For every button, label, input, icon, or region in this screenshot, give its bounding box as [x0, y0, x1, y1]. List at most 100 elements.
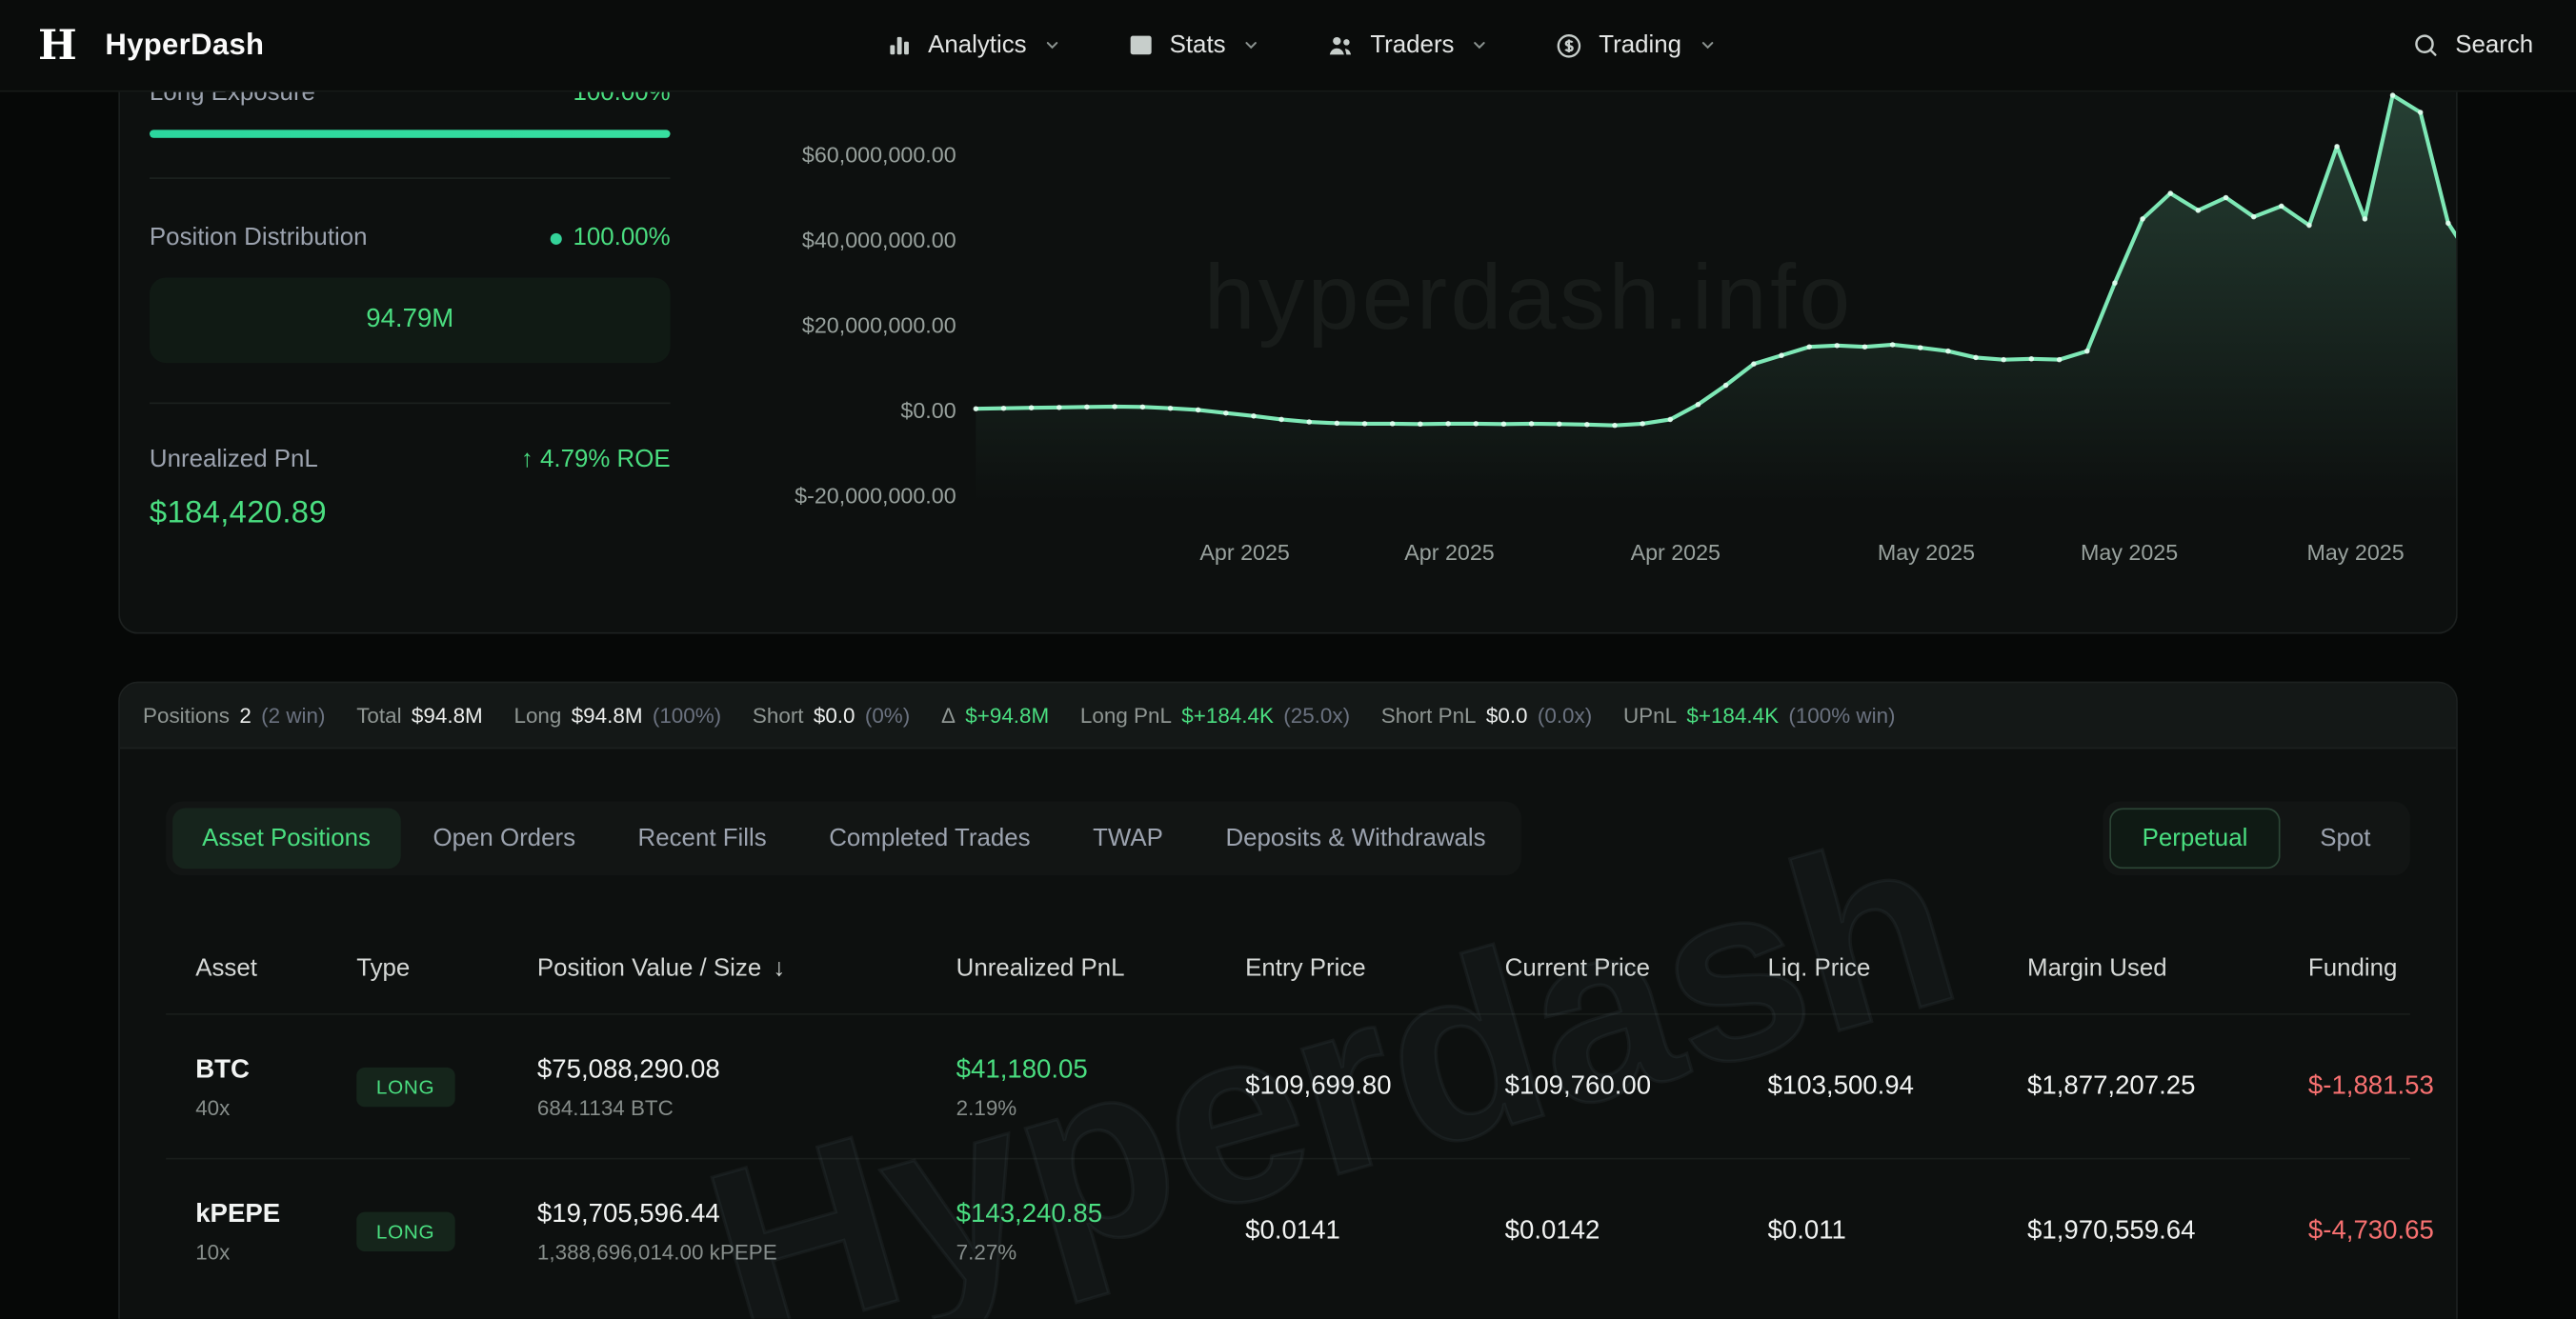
- position-distribution-row: Position Distribution 100.00%: [150, 222, 671, 254]
- cell-asset: BTC 40x: [195, 1053, 356, 1119]
- nav-item-stats[interactable]: Stats: [1127, 30, 1260, 60]
- tabs-row: Asset Positions Open Orders Recent Fills…: [166, 802, 2410, 876]
- long-badge: LONG: [356, 1211, 454, 1250]
- cell-current-price: $0.0142: [1505, 1216, 1768, 1246]
- distribution-box-value: 94.79M: [366, 306, 453, 335]
- leverage: 40x: [195, 1094, 356, 1119]
- summary-upnl: UPnL$+184.4K(100% win): [1623, 703, 1896, 728]
- stats-card-icon: [1127, 31, 1155, 59]
- chevron-down-icon: [1043, 36, 1061, 54]
- toggle-perpetual[interactable]: Perpetual: [2109, 808, 2281, 869]
- position-distribution-bar: 94.79M: [150, 277, 671, 363]
- brand-name: HyperDash: [105, 28, 264, 62]
- cell-liq-price: $0.011: [1768, 1216, 2027, 1246]
- cell-type: LONG: [356, 1067, 537, 1106]
- cell-asset: kPEPE 10x: [195, 1198, 356, 1264]
- divider: [150, 177, 671, 179]
- position-row-kpepe[interactable]: kPEPE 10x LONG $19,705,596.44 1,388,696,…: [166, 1158, 2410, 1303]
- traders-people-icon: [1326, 30, 1356, 60]
- header-liq-price[interactable]: Liq. Price: [1768, 953, 2027, 981]
- tab-asset-positions[interactable]: Asset Positions: [172, 808, 400, 869]
- search-icon: [2412, 31, 2440, 59]
- long-exposure-row: Long Exposure 100.00%: [150, 92, 671, 110]
- summary-long-pnl: Long PnL$+184.4K(25.0x): [1080, 703, 1350, 728]
- pnl-chart[interactable]: $60,000,000.00$40,000,000.00$20,000,000.…: [710, 92, 2456, 577]
- hyperdash-logo-icon: H: [32, 17, 82, 73]
- table-header-row: Asset Type Position Value / Size ↓ Unrea…: [166, 921, 2410, 1013]
- cell-funding: $-1,881.53: [2308, 1071, 2434, 1101]
- overview-stats-column: Long Exposure 100.00% Position Distribut…: [120, 92, 700, 632]
- cell-current-price: $109,760.00: [1505, 1071, 1768, 1101]
- summary-total: Total$94.8M: [356, 703, 483, 728]
- header-unrealized-pnl[interactable]: Unrealized PnL: [956, 953, 1246, 981]
- svg-text:Apr 2025: Apr 2025: [1631, 540, 1721, 565]
- chevron-down-icon: [1698, 36, 1716, 54]
- summary-long: Long$94.8M(100%): [513, 703, 721, 728]
- positions-panel: Positions2(2 win) Total$94.8M Long$94.8M…: [118, 682, 2458, 1319]
- nav-item-analytics[interactable]: Analytics: [885, 30, 1061, 60]
- header-position-value[interactable]: Position Value / Size ↓: [537, 953, 956, 981]
- long-exposure-label: Long Exposure: [150, 92, 315, 110]
- nav-label: Stats: [1170, 31, 1226, 59]
- header-asset[interactable]: Asset: [195, 953, 356, 981]
- header-margin-used[interactable]: Margin Used: [2027, 953, 2308, 981]
- search-button[interactable]: Search: [2412, 31, 2543, 59]
- market-toggle: Perpetual Spot: [2103, 802, 2410, 876]
- leverage: 10x: [195, 1239, 356, 1264]
- long-exposure-progress: [150, 130, 671, 138]
- header-funding[interactable]: Funding: [2308, 953, 2397, 981]
- tab-twap[interactable]: TWAP: [1063, 808, 1193, 869]
- cell-type: LONG: [356, 1211, 537, 1250]
- nav-item-traders[interactable]: Traders: [1326, 30, 1489, 60]
- cell-margin-used: $1,970,559.64: [2027, 1216, 2308, 1246]
- pnl-chart-area: hyperdash.info $60,000,000.00$40,000,000…: [700, 92, 2456, 632]
- svg-text:$-20,000,000.00: $-20,000,000.00: [795, 484, 956, 509]
- svg-text:$20,000,000.00: $20,000,000.00: [802, 313, 956, 338]
- cell-funding: $-4,730.65: [2308, 1216, 2434, 1246]
- tab-open-orders[interactable]: Open Orders: [403, 808, 605, 869]
- svg-text:$60,000,000.00: $60,000,000.00: [802, 143, 956, 168]
- svg-text:May 2025: May 2025: [1878, 540, 1975, 565]
- position-row-btc[interactable]: BTC 40x LONG $75,088,290.08 684.1134 BTC…: [166, 1013, 2410, 1158]
- bar-chart-icon: [885, 31, 913, 59]
- svg-text:May 2025: May 2025: [2306, 540, 2404, 565]
- unrealized-pnl-label: Unrealized PnL: [150, 444, 318, 476]
- navbar: H HyperDash Analytics Stats: [0, 0, 2576, 92]
- header-entry-price[interactable]: Entry Price: [1245, 953, 1504, 981]
- search-label: Search: [2455, 31, 2533, 59]
- long-badge: LONG: [356, 1067, 454, 1106]
- summary-short: Short$0.0(0%): [753, 703, 910, 728]
- main-content: Long Exposure 100.00% Position Distribut…: [0, 92, 2576, 1319]
- nav-item-trading[interactable]: Trading: [1555, 30, 1717, 60]
- svg-text:Apr 2025: Apr 2025: [1199, 540, 1289, 565]
- nav-label: Traders: [1370, 31, 1454, 59]
- unrealized-pnl-row: Unrealized PnL ↑ 4.79% ROE: [150, 444, 671, 476]
- summary-delta: Δ$+94.8M: [941, 703, 1049, 728]
- summary-strip: Positions2(2 win) Total$94.8M Long$94.8M…: [120, 683, 2456, 749]
- positions-table: Asset Type Position Value / Size ↓ Unrea…: [166, 921, 2410, 1302]
- position-distribution-label: Position Distribution: [150, 222, 368, 254]
- dollar-circle-icon: [1555, 30, 1584, 60]
- cell-liq-price: $103,500.94: [1768, 1071, 2027, 1101]
- tab-completed-trades[interactable]: Completed Trades: [799, 808, 1059, 869]
- cell-margin-used: $1,877,207.25: [2027, 1071, 2308, 1101]
- unrealized-pnl-value: $184,420.89: [150, 496, 671, 532]
- tab-recent-fills[interactable]: Recent Fills: [609, 808, 796, 869]
- header-type[interactable]: Type: [356, 953, 537, 981]
- chevron-down-icon: [1471, 36, 1489, 54]
- svg-text:$0.00: $0.00: [900, 398, 956, 423]
- roe-value: ↑ 4.79% ROE: [521, 444, 671, 476]
- brand[interactable]: H HyperDash: [32, 17, 264, 73]
- cell-position-value: $75,088,290.08 684.1134 BTC: [537, 1053, 956, 1119]
- chevron-down-icon: [1242, 36, 1260, 54]
- toggle-spot[interactable]: Spot: [2287, 808, 2404, 869]
- divider: [150, 402, 671, 404]
- nav-label: Trading: [1599, 31, 1681, 59]
- summary-short-pnl: Short PnL$0.0(0.0x): [1381, 703, 1592, 728]
- header-current-price[interactable]: Current Price: [1505, 953, 1768, 981]
- nav-label: Analytics: [928, 31, 1027, 59]
- sort-desc-icon: ↓: [773, 953, 785, 981]
- tab-deposits-withdrawals[interactable]: Deposits & Withdrawals: [1196, 808, 1515, 869]
- green-dot-icon: [550, 233, 561, 245]
- position-distribution-value: 100.00%: [550, 222, 670, 254]
